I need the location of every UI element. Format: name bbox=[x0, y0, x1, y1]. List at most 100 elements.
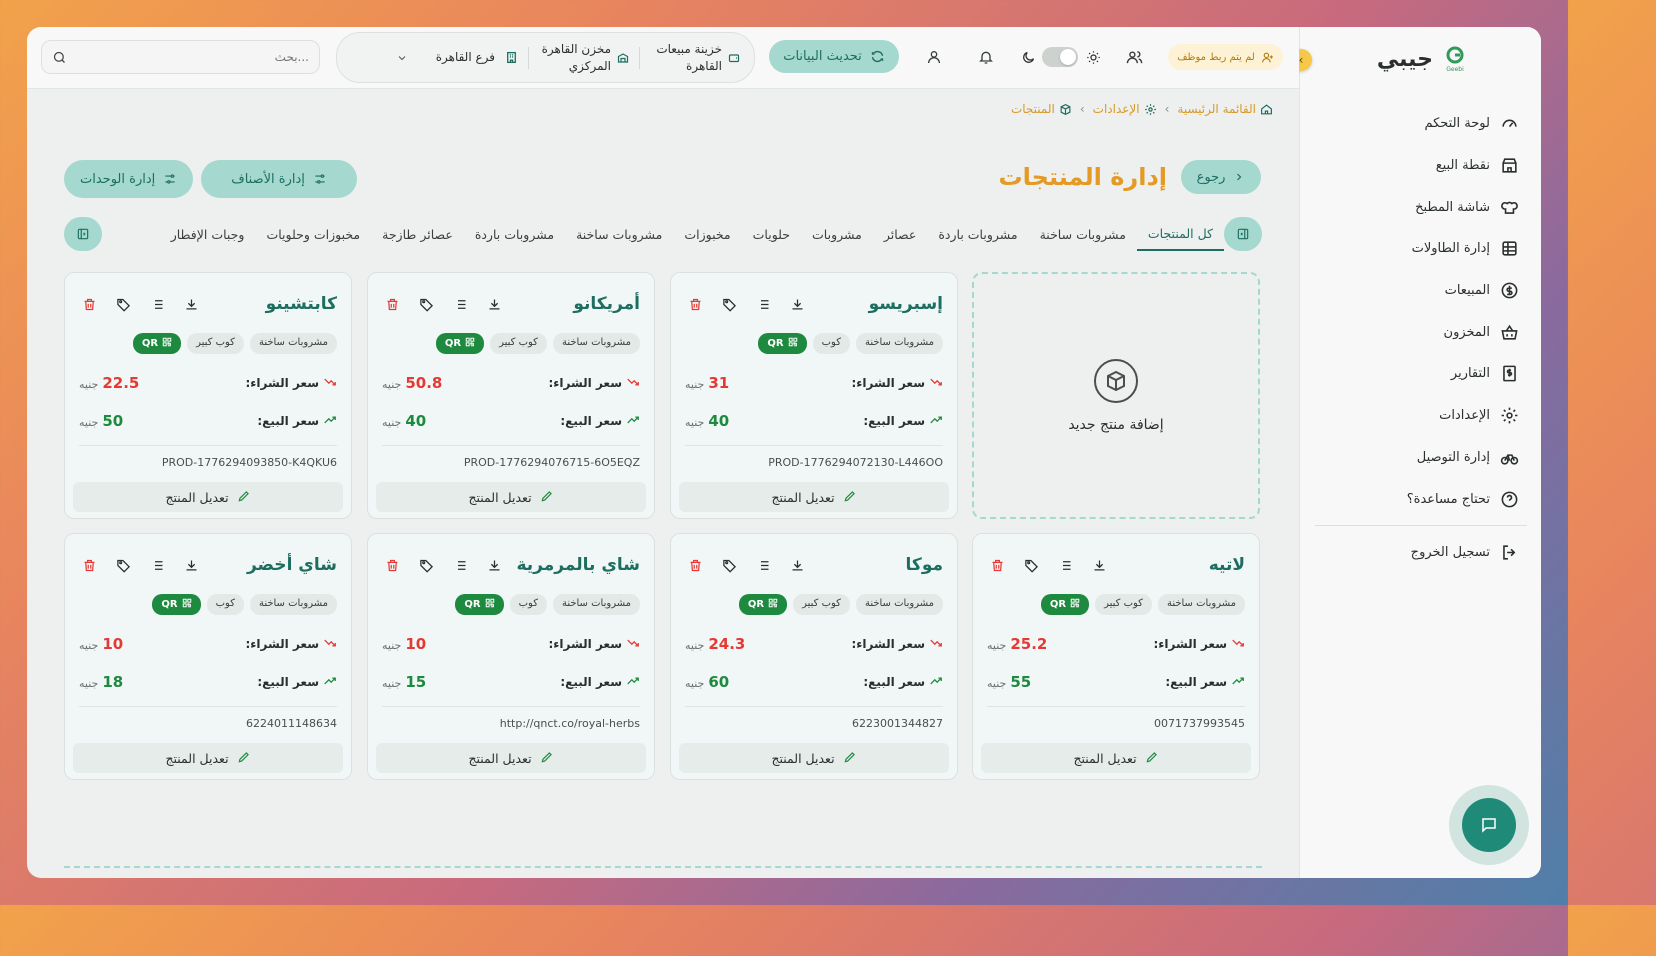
sidebar-item-label: نقطة البيع bbox=[1435, 158, 1490, 174]
tab-cold-drinks-2[interactable]: مشروبات باردة bbox=[464, 217, 565, 251]
qr-badge[interactable]: QR bbox=[1040, 594, 1090, 615]
edit-product-button[interactable]: تعديل المنتج bbox=[376, 482, 646, 512]
trash-icon[interactable] bbox=[79, 555, 99, 575]
cashbox-selector[interactable]: خزينة مبيعات القاهرة bbox=[650, 41, 740, 73]
qr-badge[interactable]: QR bbox=[758, 333, 807, 354]
edit-product-button[interactable]: تعديل المنتج bbox=[679, 743, 949, 773]
branch-selector[interactable]: فرع القاهرة bbox=[396, 49, 518, 65]
qr-badge[interactable]: QR bbox=[132, 333, 182, 354]
warehouse-selector[interactable]: مخزن القاهرة المركزي bbox=[539, 41, 629, 73]
list-icon[interactable] bbox=[753, 294, 773, 314]
list-icon[interactable] bbox=[1055, 555, 1075, 575]
edit-product-button[interactable]: تعديل المنتج bbox=[981, 743, 1251, 773]
download-icon[interactable] bbox=[484, 294, 504, 314]
edit-product-button[interactable]: تعديل المنتج bbox=[376, 743, 646, 773]
tab-juices[interactable]: عصائر bbox=[873, 217, 927, 251]
tab-cold-drinks[interactable]: مشروبات باردة bbox=[927, 217, 1028, 251]
qr-badge[interactable]: QR bbox=[152, 594, 201, 615]
breadcrumb-chevron-icon: › bbox=[1164, 102, 1170, 116]
download-icon[interactable] bbox=[181, 555, 201, 575]
sidebar-item-kitchen[interactable]: شاشة المطبخ bbox=[1319, 186, 1519, 228]
unlinked-employee-badge[interactable]: لم يتم ربط موظف bbox=[1168, 44, 1283, 70]
tab-hot-drinks[interactable]: مشروبات ساخنة bbox=[1029, 217, 1137, 251]
tab-fresh-juices[interactable]: عصائر طازجة bbox=[371, 217, 464, 251]
download-icon[interactable] bbox=[484, 555, 504, 575]
theme-toggle[interactable] bbox=[1042, 47, 1078, 67]
notifications-button[interactable] bbox=[975, 46, 997, 68]
breadcrumb-home[interactable]: القائمة الرئيسية bbox=[1177, 102, 1273, 116]
sidebar-item-settings[interactable]: الإعدادات bbox=[1319, 395, 1519, 437]
manage-units-button[interactable]: إدارة الوحدات bbox=[64, 160, 194, 198]
list-icon[interactable] bbox=[450, 555, 470, 575]
qr-badge[interactable]: QR bbox=[455, 594, 504, 615]
logout-button[interactable]: تسجيل الخروج bbox=[1411, 543, 1519, 562]
tag-icon[interactable] bbox=[719, 294, 739, 314]
sidebar-item-sales[interactable]: المبيعات bbox=[1319, 270, 1519, 312]
category-chip: مشروبات ساخنة bbox=[855, 594, 943, 615]
list-icon[interactable] bbox=[450, 294, 470, 314]
sidebar-item-help[interactable]: تحتاج مساعدة؟ bbox=[1319, 478, 1519, 520]
trash-icon[interactable] bbox=[987, 555, 1007, 575]
tabs-scroll-right-button[interactable] bbox=[1224, 217, 1262, 251]
tab-breakfast[interactable]: وجبات الإفطار bbox=[160, 217, 256, 251]
breadcrumb-settings[interactable]: الإعدادات bbox=[1093, 102, 1157, 116]
card-header: موكا bbox=[685, 552, 943, 578]
trash-icon[interactable] bbox=[79, 294, 99, 314]
chat-button[interactable] bbox=[1449, 785, 1529, 865]
sidebar-item-dashboard[interactable]: لوحة التحكم bbox=[1319, 103, 1519, 145]
download-icon[interactable] bbox=[787, 555, 807, 575]
currency-label: جنيه bbox=[79, 416, 99, 429]
sidebar-item-pos[interactable]: نقطة البيع bbox=[1319, 145, 1519, 187]
sidebar-item-reports[interactable]: التقارير bbox=[1319, 353, 1519, 395]
tag-icon[interactable] bbox=[719, 555, 739, 575]
product-name: شاي أخضر bbox=[246, 555, 337, 575]
tab-drinks[interactable]: مشروبات bbox=[801, 217, 873, 251]
download-icon[interactable] bbox=[1089, 555, 1109, 575]
tag-icon[interactable] bbox=[113, 555, 133, 575]
list-icon[interactable] bbox=[753, 555, 773, 575]
tag-icon[interactable] bbox=[1021, 555, 1041, 575]
trash-icon[interactable] bbox=[685, 555, 705, 575]
list-icon[interactable] bbox=[147, 294, 167, 314]
tab-all-products[interactable]: كل المنتجات bbox=[1136, 217, 1224, 251]
qr-badge[interactable]: QR bbox=[435, 333, 485, 354]
manage-categories-button[interactable]: إدارة الأصناف bbox=[201, 160, 357, 198]
search-input[interactable] bbox=[75, 50, 309, 64]
sidebar-item-tables[interactable]: إدارة الطاولات bbox=[1319, 228, 1519, 270]
edit-product-button[interactable]: تعديل المنتج bbox=[679, 482, 949, 512]
add-product-card[interactable]: إضافة منتج جديد bbox=[972, 272, 1260, 519]
edit-product-button[interactable]: تعديل المنتج bbox=[73, 482, 343, 512]
panel-icon bbox=[1237, 228, 1249, 240]
qr-badge[interactable]: QR bbox=[738, 594, 788, 615]
users-button[interactable] bbox=[1123, 46, 1145, 68]
tag-icon[interactable] bbox=[416, 555, 436, 575]
trash-icon[interactable] bbox=[382, 555, 402, 575]
list-icon[interactable] bbox=[147, 555, 167, 575]
edit-product-button[interactable]: تعديل المنتج bbox=[73, 743, 343, 773]
tab-sweets[interactable]: حلويات bbox=[742, 217, 801, 251]
buy-price: 10 جنيه bbox=[79, 635, 123, 653]
currency-label: جنيه bbox=[382, 416, 402, 429]
tab-bakery-sweets[interactable]: مخبوزات وحلويات bbox=[255, 217, 371, 251]
sun-icon bbox=[1082, 46, 1104, 68]
trend-down-icon bbox=[626, 636, 640, 653]
sidebar-item-delivery[interactable]: إدارة التوصيل bbox=[1319, 437, 1519, 479]
tag-icon[interactable] bbox=[113, 294, 133, 314]
tabs-scroll-left-button[interactable] bbox=[64, 217, 102, 251]
download-icon[interactable] bbox=[181, 294, 201, 314]
buy-price: 24.3 جنيه bbox=[685, 635, 745, 653]
tab-hot-drinks-2[interactable]: مشروبات ساخنة bbox=[565, 217, 673, 251]
buy-price-label: سعر الشراء: bbox=[245, 376, 319, 390]
trash-icon[interactable] bbox=[685, 294, 705, 314]
refresh-data-button[interactable]: تحديث البيانات bbox=[769, 40, 899, 73]
warehouse-icon bbox=[617, 52, 629, 63]
profile-button[interactable] bbox=[923, 46, 945, 68]
sidebar-item-inventory[interactable]: المخزون bbox=[1319, 311, 1519, 353]
download-icon[interactable] bbox=[787, 294, 807, 314]
tag-icon[interactable] bbox=[416, 294, 436, 314]
back-button[interactable]: رجوع bbox=[1181, 160, 1261, 194]
currency-label: جنيه bbox=[382, 639, 402, 652]
trash-icon[interactable] bbox=[382, 294, 402, 314]
tab-bakery[interactable]: مخبوزات bbox=[673, 217, 741, 251]
pencil-icon bbox=[843, 750, 857, 767]
